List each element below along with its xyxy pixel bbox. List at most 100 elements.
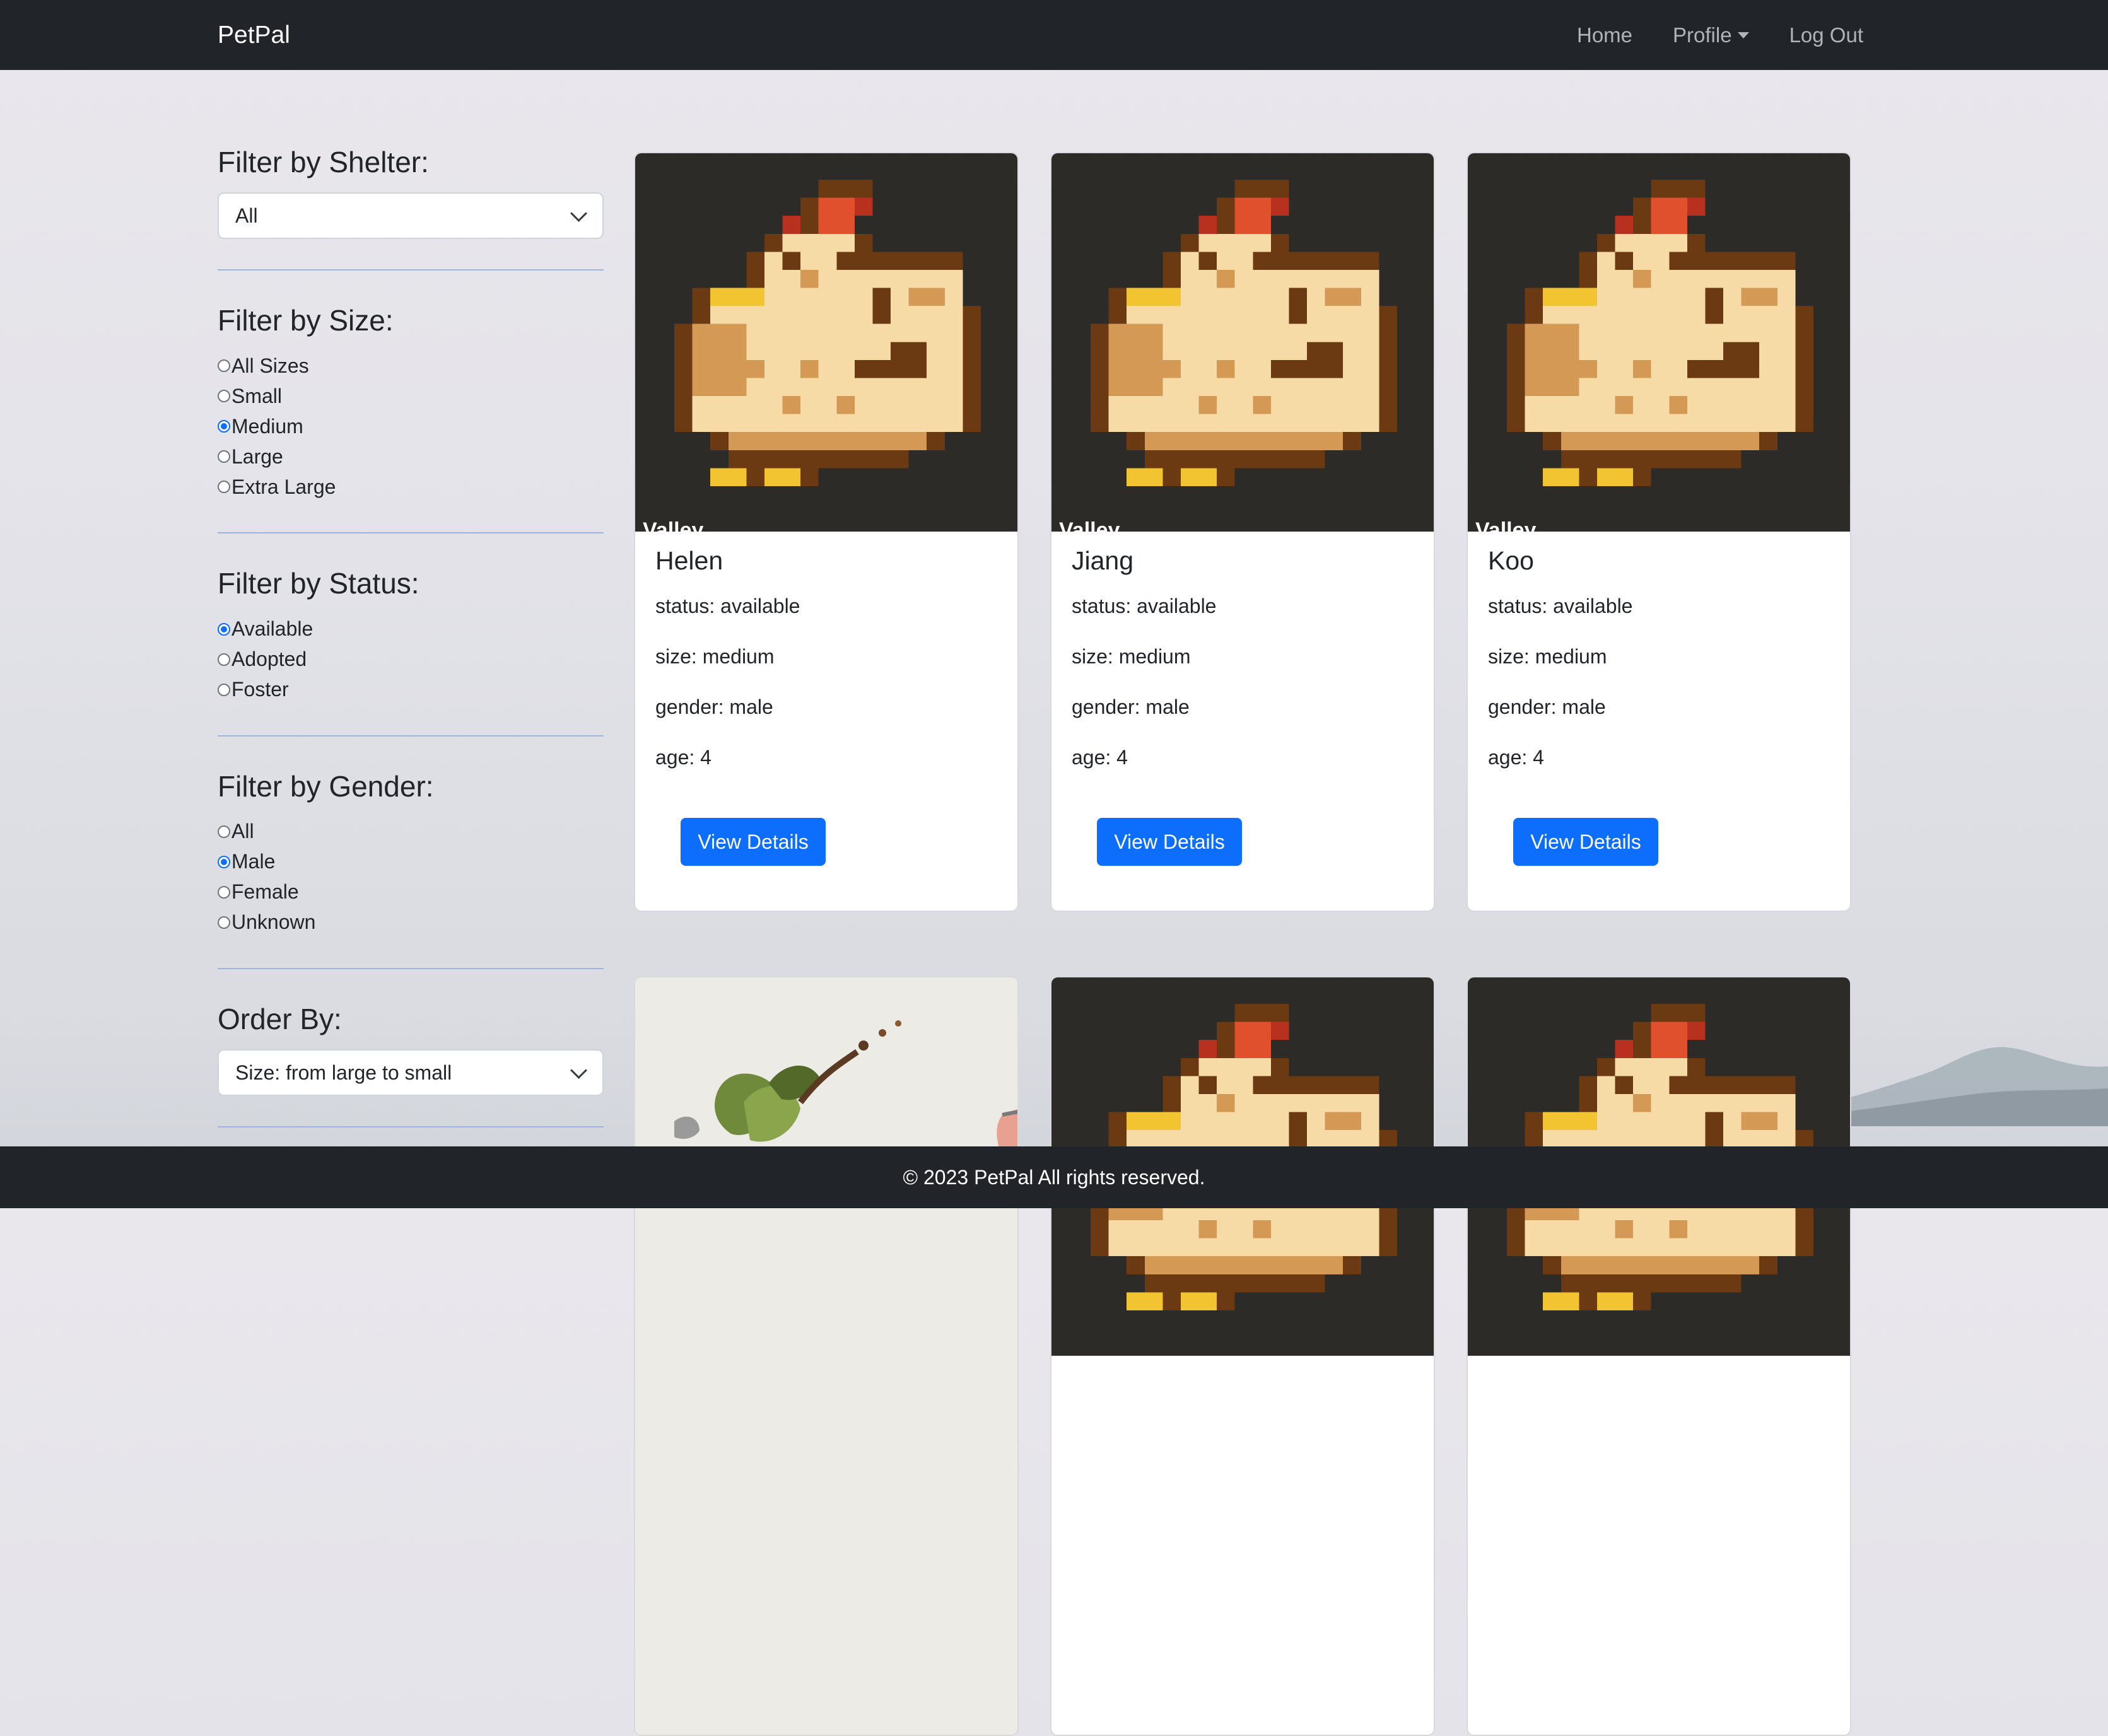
order-by-title: Order By: (218, 1002, 342, 1035)
radio-button-checked[interactable] (218, 855, 230, 868)
status-option-adopted[interactable]: Adopted (218, 644, 604, 675)
nav-home[interactable]: Home (1577, 23, 1632, 47)
radio-label: Small (231, 384, 283, 407)
size-option-all[interactable]: All Sizes (218, 351, 604, 381)
nav-profile-label: Profile (1673, 23, 1732, 47)
radio-label: Large (231, 445, 283, 468)
shelter-select[interactable]: All (218, 192, 604, 240)
chevron-down-icon (570, 205, 587, 223)
status-filter-title: Filter by Status: (218, 567, 419, 600)
radio-label: Female (231, 880, 299, 904)
pet-status: status: available (1072, 595, 1217, 617)
view-details-button[interactable]: View Details (681, 818, 826, 866)
radio-button[interactable] (218, 683, 230, 696)
gender-filter-title: Filter by Gender: (218, 769, 434, 803)
footer-copyright: © 2023 PetPal All rights reserved. (903, 1166, 1205, 1189)
divider (218, 269, 604, 271)
radio-button[interactable] (218, 885, 230, 899)
pet-name: Koo (1488, 546, 1534, 575)
gender-option-male[interactable]: Male (218, 847, 604, 877)
radio-label: Available (231, 617, 313, 641)
radio-label: Adopted (231, 648, 307, 671)
pet-image: Valley (1051, 153, 1434, 532)
caret-down-icon (1737, 32, 1749, 38)
radio-label: All (231, 820, 254, 843)
view-details-button[interactable]: View Details (1513, 818, 1658, 866)
pet-image: Valley (635, 153, 1017, 532)
radio-label: Unknown (231, 911, 316, 934)
shelter-filter-title: Filter by Shelter: (218, 146, 429, 178)
nav-logout[interactable]: Log Out (1789, 23, 1863, 47)
pet-image: Valley (1468, 153, 1850, 532)
size-radio-group: All Sizes Small Medium Large Extra Large (218, 351, 604, 502)
chicken-pixel-icon (1507, 180, 1813, 486)
size-option-small[interactable]: Small (218, 381, 604, 411)
pet-card[interactable]: Valley Helen status: available size: med… (634, 152, 1019, 912)
size-option-medium[interactable]: Medium (218, 411, 604, 441)
radio-button[interactable] (218, 916, 230, 929)
divider (218, 1126, 604, 1127)
radio-button[interactable] (218, 825, 230, 838)
radio-label: Foster (231, 678, 289, 701)
status-radio-group: Available Adopted Foster (218, 614, 604, 705)
gender-radio-group: All Male Female Unknown (218, 817, 604, 938)
brand-logo[interactable]: PetPal (218, 0, 290, 70)
radio-button[interactable] (218, 481, 230, 494)
order-by-select-value: Size: from large to small (235, 1061, 452, 1084)
radio-label: All Sizes (231, 354, 309, 377)
pet-card[interactable] (634, 976, 1019, 1736)
gender-option-all[interactable]: All (218, 817, 604, 847)
gender-option-unknown[interactable]: Unknown (218, 907, 604, 938)
size-option-large[interactable]: Large (218, 441, 604, 472)
radio-label: Medium (231, 414, 303, 438)
pet-size: size: medium (655, 645, 775, 668)
pet-size: size: medium (1072, 645, 1191, 668)
size-filter-title: Filter by Size: (218, 304, 394, 337)
pet-card[interactable]: Valley Jiang status: available size: med… (1050, 152, 1435, 912)
pet-status: status: available (1488, 595, 1633, 617)
radio-button[interactable] (218, 359, 230, 373)
pet-gender: gender: male (1488, 696, 1606, 718)
pet-age: age: 4 (1072, 746, 1128, 769)
status-option-available[interactable]: Available (218, 614, 604, 644)
radio-button[interactable] (218, 450, 230, 463)
chicken-pixel-icon (674, 180, 981, 486)
image-caption: Valley (1059, 518, 1120, 532)
chevron-down-icon (570, 1062, 587, 1079)
radio-button-checked[interactable] (218, 622, 230, 636)
pet-card[interactable]: Valley Koo status: available size: mediu… (1467, 152, 1851, 912)
navbar: PetPal Home Profile Log Out (0, 0, 2108, 70)
size-option-extra-large[interactable]: Extra Large (218, 472, 604, 502)
pet-gender: gender: male (1072, 696, 1190, 718)
radio-label: Extra Large (231, 475, 336, 498)
divider (218, 532, 604, 534)
pet-age: age: 4 (655, 746, 711, 769)
order-by-select[interactable]: Size: from large to small (218, 1049, 604, 1096)
nav-profile-dropdown[interactable]: Profile (1673, 23, 1749, 47)
pet-name: Helen (655, 546, 723, 575)
radio-label: Male (231, 850, 276, 873)
pet-status: status: available (655, 595, 800, 617)
filter-sidebar: Filter by Shelter: All Filter by Size: A… (218, 145, 604, 1160)
pet-size: size: medium (1488, 645, 1607, 668)
pet-name: Jiang (1072, 546, 1134, 575)
chicken-pixel-icon (1091, 180, 1397, 486)
plant-illustration (674, 1020, 1017, 1172)
pet-card[interactable] (1050, 976, 1435, 1736)
gender-option-female[interactable]: Female (218, 877, 604, 907)
pet-gender: gender: male (655, 696, 773, 718)
image-caption: Valley (1475, 518, 1537, 532)
divider (218, 735, 604, 737)
image-caption: Valley (643, 518, 704, 532)
status-option-foster[interactable]: Foster (218, 675, 604, 705)
shelter-select-value: All (235, 204, 258, 228)
footer: © 2023 PetPal All rights reserved. (0, 1146, 2108, 1208)
radio-button[interactable] (218, 390, 230, 403)
pet-age: age: 4 (1488, 746, 1544, 769)
radio-button-checked[interactable] (218, 420, 230, 433)
view-details-button[interactable]: View Details (1097, 818, 1242, 866)
nav-links: Home Profile Log Out (1577, 0, 1863, 70)
divider (218, 967, 604, 969)
pet-card[interactable] (1467, 976, 1851, 1736)
radio-button[interactable] (218, 653, 230, 666)
